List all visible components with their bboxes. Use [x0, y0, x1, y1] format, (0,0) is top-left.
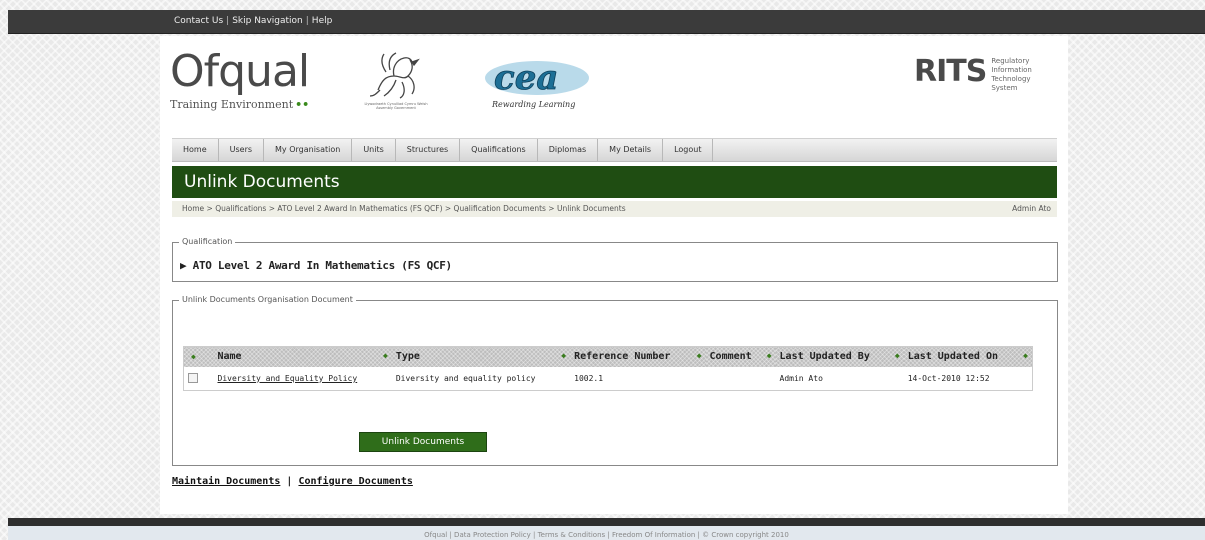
environment-dots: ••	[295, 98, 310, 111]
sort-icon: ◆	[191, 352, 196, 362]
footer-divider	[8, 518, 1205, 526]
nav-item-structures[interactable]: Structures	[396, 139, 461, 161]
column-label: Comment	[709, 351, 752, 363]
dragon-icon	[369, 52, 420, 99]
unlink-documents-button[interactable]: Unlink Documents	[359, 432, 487, 452]
page-container: Ofqual Training Environment •• Llywodraet…	[160, 36, 1068, 514]
qualification-fieldset: Qualification ▶ ATO Level 2 Award In Mat…	[172, 237, 1058, 282]
ofqual-logo-subtitle: Training Environment ••	[170, 98, 309, 111]
sort-icon: ◆	[561, 351, 567, 361]
column-header-comment[interactable]: Comment ◆	[706, 346, 776, 367]
nav-item-diplomas[interactable]: Diplomas	[538, 139, 599, 161]
rits-line: Information	[991, 66, 1032, 74]
ofqual-logo-word: Ofqual	[170, 46, 310, 97]
column-label: Name	[217, 351, 242, 363]
sort-icon: ◆	[696, 351, 702, 361]
ofqual-logo[interactable]: Ofqual Training Environment ••	[170, 46, 310, 112]
nav-item-units[interactable]: Units	[352, 139, 396, 161]
contact-us-link[interactable]: Contact Us	[174, 16, 223, 26]
column-label: Last Updated By	[779, 351, 870, 363]
welsh-government-caption: Llywodraeth Cynulliad Cymru Welsh Assemb…	[364, 102, 428, 110]
column-header-type[interactable]: Type ◆	[392, 346, 570, 367]
separator: |	[305, 16, 309, 26]
nav-item-my-details[interactable]: My Details	[598, 139, 664, 161]
documents-table: ◆ Name ◆ Type ◆ Reference Number ◆ Comment ◆…	[183, 346, 1033, 391]
column-label: Reference Number	[574, 351, 671, 363]
nav-item-home[interactable]: Home	[172, 139, 219, 161]
cell-updated-by: Admin Ato	[775, 366, 904, 391]
breadcrumb: Home > Qualifications > ATO Level 2 Awar…	[172, 201, 1057, 217]
column-header-reference[interactable]: Reference Number ◆	[570, 346, 705, 367]
cell-reference: 1002.1	[570, 366, 706, 391]
select-column-header[interactable]: ◆	[184, 346, 214, 367]
table-header-row: ◆ Name ◆ Type ◆ Reference Number ◆ Comment ◆…	[184, 346, 1033, 367]
utility-links: Contact Us | Skip Navigation | Help	[174, 16, 332, 26]
footer: Ofqual | Data Protection Policy | Terms …	[8, 526, 1205, 540]
main-navigation: Home Users My Organisation Units Structu…	[172, 138, 1057, 162]
logged-in-user: Admin Ato	[1012, 204, 1051, 213]
top-utility-bar: Contact Us | Skip Navigation | Help	[8, 10, 1205, 34]
column-label: Last Updated On	[907, 351, 998, 363]
environment-label: Training Environment	[170, 98, 294, 111]
rits-line: Technology	[991, 75, 1031, 83]
document-link[interactable]: Diversity and Equality Policy	[218, 374, 358, 383]
separator: |	[286, 476, 293, 487]
documents-legend: Unlink Documents Organisation Document	[179, 295, 356, 304]
rits-line: System	[991, 84, 1018, 92]
separator: |	[226, 16, 230, 26]
column-header-name[interactable]: Name ◆	[214, 346, 392, 367]
configure-documents-link[interactable]: Configure Documents	[298, 476, 412, 487]
page-title-bar: Unlink Documents	[172, 166, 1057, 198]
table-row: Diversity and Equality Policy Diversity …	[183, 366, 1033, 391]
rits-logo: RITS Regulatory Information Technology Syste…	[914, 54, 1032, 93]
breadcrumb-path[interactable]: Home > Qualifications > ATO Level 2 Awar…	[182, 204, 626, 213]
rits-line: Regulatory	[991, 57, 1030, 65]
page-title: Unlink Documents	[184, 172, 340, 192]
footer-links[interactable]: Ofqual | Data Protection Policy | Terms …	[424, 531, 789, 539]
sort-icon: ◆	[766, 351, 772, 361]
nav-item-users[interactable]: Users	[219, 139, 265, 161]
help-link[interactable]: Help	[312, 16, 333, 26]
column-header-updated-by[interactable]: Last Updated By ◆	[776, 346, 904, 367]
svg-text:cea: cea	[494, 58, 558, 98]
nav-item-qualifications[interactable]: Qualifications	[460, 139, 538, 161]
sort-icon: ◆	[894, 351, 900, 361]
column-label: Type	[395, 351, 420, 363]
nav-item-logout[interactable]: Logout	[663, 139, 714, 161]
qualification-legend: Qualification	[179, 237, 236, 246]
cell-comment	[705, 366, 776, 391]
qualification-name[interactable]: ▶ ATO Level 2 Award In Mathematics (FS Q…	[180, 259, 452, 272]
row-checkbox[interactable]	[188, 373, 198, 384]
cea-logo[interactable]: cea Rewarding Learning	[478, 52, 596, 116]
sort-icon: ◆	[1023, 351, 1028, 361]
cea-logo-mark: cea	[485, 58, 589, 98]
cea-tagline: Rewarding Learning	[492, 100, 576, 109]
maintain-documents-link[interactable]: Maintain Documents	[172, 476, 280, 487]
cell-updated-on: 14-Oct-2010 12:52	[903, 366, 1033, 391]
documents-fieldset: Unlink Documents Organisation Document ◆…	[172, 295, 1058, 466]
document-actions-links: Maintain Documents | Configure Documents	[172, 476, 413, 487]
nav-item-my-organisation[interactable]: My Organisation	[264, 139, 353, 161]
rits-logo-word: RITS	[914, 54, 987, 89]
sort-icon: ◆	[382, 351, 388, 361]
column-header-updated-on[interactable]: Last Updated On ◆	[904, 346, 1033, 367]
rits-logo-expansion: Regulatory Information Technology System	[991, 57, 1032, 93]
row-select-cell	[183, 366, 214, 391]
welsh-government-logo: Llywodraeth Cynulliad Cymru Welsh Assemb…	[356, 50, 436, 118]
skip-navigation-link[interactable]: Skip Navigation	[232, 16, 303, 26]
cell-name: Diversity and Equality Policy	[213, 366, 392, 391]
cell-type: Diversity and equality policy	[391, 366, 571, 391]
